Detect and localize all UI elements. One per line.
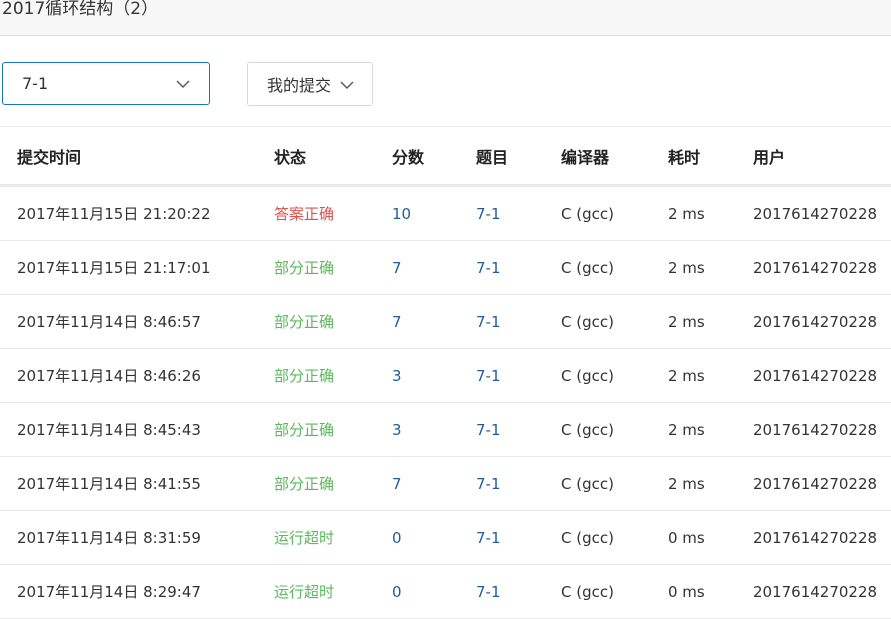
cell-score[interactable]: 0 bbox=[392, 510, 476, 565]
cell-problem[interactable]: 7-1 bbox=[476, 510, 561, 565]
cell-status[interactable]: 部分正确 bbox=[274, 294, 392, 349]
table-row[interactable]: 2017年11月14日 8:31:59 运行超时 0 7-1 C (gcc) 0 ms 20… bbox=[0, 510, 891, 565]
cell-score[interactable]: 7 bbox=[392, 456, 476, 511]
cell-problem[interactable]: 7-1 bbox=[476, 294, 561, 349]
page-title: 2017循环结构（2） bbox=[2, 0, 159, 19]
cell-compiler: C (gcc) bbox=[561, 564, 668, 619]
cell-score[interactable]: 10 bbox=[392, 185, 476, 241]
cell-cost: 2 ms bbox=[668, 402, 753, 457]
cell-score[interactable]: 7 bbox=[392, 240, 476, 295]
cell-score[interactable]: 3 bbox=[392, 402, 476, 457]
cell-user: 2017614270228 bbox=[753, 564, 891, 619]
table-header-row: 提交时间 状态 分数 题目 编译器 耗时 用户 bbox=[0, 127, 891, 187]
cell-submit-time: 2017年11月14日 8:41:55 bbox=[0, 456, 274, 511]
cell-status[interactable]: 部分正确 bbox=[274, 402, 392, 457]
cell-cost: 2 ms bbox=[668, 456, 753, 511]
table-row[interactable]: 2017年11月14日 8:45:43 部分正确 3 7-1 C (gcc) 2 ms 20… bbox=[0, 402, 891, 457]
cell-cost: 2 ms bbox=[668, 240, 753, 295]
cell-compiler: C (gcc) bbox=[561, 456, 668, 511]
cell-score[interactable]: 0 bbox=[392, 564, 476, 619]
column-header-compiler: 编译器 bbox=[561, 127, 668, 187]
table-row[interactable]: 2017年11月15日 21:17:01 部分正确 7 7-1 C (gcc) 2 ms 2… bbox=[0, 240, 891, 295]
table-row[interactable]: 2017年11月14日 8:46:57 部分正确 7 7-1 C (gcc) 2 ms 20… bbox=[0, 294, 891, 349]
cell-cost: 2 ms bbox=[668, 294, 753, 349]
cell-status[interactable]: 部分正确 bbox=[274, 240, 392, 295]
column-header-problem: 题目 bbox=[476, 127, 561, 187]
cell-submit-time: 2017年11月14日 8:31:59 bbox=[0, 510, 274, 565]
cell-user: 2017614270228 bbox=[753, 402, 891, 457]
cell-compiler: C (gcc) bbox=[561, 240, 668, 295]
column-header-cost: 耗时 bbox=[668, 127, 753, 187]
chevron-down-icon bbox=[340, 81, 354, 89]
cell-status[interactable]: 部分正确 bbox=[274, 348, 392, 403]
cell-status[interactable]: 运行超时 bbox=[274, 510, 392, 565]
cell-user: 2017614270228 bbox=[753, 294, 891, 349]
table-row[interactable]: 2017年11月14日 8:29:47 运行超时 0 7-1 C (gcc) 0 ms 20… bbox=[0, 564, 891, 619]
cell-cost: 2 ms bbox=[668, 348, 753, 403]
cell-score[interactable]: 7 bbox=[392, 294, 476, 349]
cell-user: 2017614270228 bbox=[753, 240, 891, 295]
cell-compiler: C (gcc) bbox=[561, 185, 668, 241]
cell-submit-time: 2017年11月15日 21:20:22 bbox=[0, 185, 274, 241]
problem-select[interactable]: 7-1 bbox=[2, 62, 210, 105]
chevron-down-icon bbox=[176, 80, 190, 88]
submissions-table: 提交时间 状态 分数 题目 编译器 耗时 用户 2017年11月15日 21:2… bbox=[0, 127, 891, 619]
problem-select-value: 7-1 bbox=[22, 74, 49, 93]
cell-problem[interactable]: 7-1 bbox=[476, 564, 561, 619]
cell-compiler: C (gcc) bbox=[561, 402, 668, 457]
filter-bar: 7-1 我的提交 bbox=[0, 36, 891, 126]
column-header-user: 用户 bbox=[753, 127, 891, 187]
table-row[interactable]: 2017年11月15日 21:20:22 答案正确 10 7-1 C (gcc) 2 ms… bbox=[0, 185, 891, 241]
cell-user: 2017614270228 bbox=[753, 348, 891, 403]
cell-compiler: C (gcc) bbox=[561, 348, 668, 403]
cell-status[interactable]: 部分正确 bbox=[274, 456, 392, 511]
cell-score[interactable]: 3 bbox=[392, 348, 476, 403]
cell-compiler: C (gcc) bbox=[561, 294, 668, 349]
submissions-table-container: 提交时间 状态 分数 题目 编译器 耗时 用户 2017年11月15日 21:2… bbox=[0, 126, 891, 619]
cell-problem[interactable]: 7-1 bbox=[476, 456, 561, 511]
column-header-status: 状态 bbox=[274, 127, 392, 187]
cell-problem[interactable]: 7-1 bbox=[476, 402, 561, 457]
column-header-time: 提交时间 bbox=[0, 127, 274, 187]
cell-problem[interactable]: 7-1 bbox=[476, 348, 561, 403]
page-header: 2017循环结构（2） bbox=[0, 0, 891, 36]
column-header-score: 分数 bbox=[392, 127, 476, 187]
cell-user: 2017614270228 bbox=[753, 456, 891, 511]
cell-submit-time: 2017年11月14日 8:29:47 bbox=[0, 564, 274, 619]
cell-problem[interactable]: 7-1 bbox=[476, 185, 561, 241]
table-row[interactable]: 2017年11月14日 8:46:26 部分正确 3 7-1 C (gcc) 2 ms 20… bbox=[0, 348, 891, 403]
cell-cost: 0 ms bbox=[668, 564, 753, 619]
my-submissions-label: 我的提交 bbox=[267, 76, 332, 95]
cell-problem[interactable]: 7-1 bbox=[476, 240, 561, 295]
cell-submit-time: 2017年11月14日 8:46:57 bbox=[0, 294, 274, 349]
cell-compiler: C (gcc) bbox=[561, 510, 668, 565]
cell-submit-time: 2017年11月15日 21:17:01 bbox=[0, 240, 274, 295]
cell-user: 2017614270228 bbox=[753, 510, 891, 565]
cell-user: 2017614270228 bbox=[753, 185, 891, 241]
cell-submit-time: 2017年11月14日 8:46:26 bbox=[0, 348, 274, 403]
table-row[interactable]: 2017年11月14日 8:41:55 部分正确 7 7-1 C (gcc) 2 ms 20… bbox=[0, 456, 891, 511]
cell-submit-time: 2017年11月14日 8:45:43 bbox=[0, 402, 274, 457]
my-submissions-dropdown[interactable]: 我的提交 bbox=[247, 62, 373, 106]
cell-status[interactable]: 运行超时 bbox=[274, 564, 392, 619]
cell-cost: 2 ms bbox=[668, 185, 753, 241]
cell-status[interactable]: 答案正确 bbox=[274, 185, 392, 241]
cell-cost: 0 ms bbox=[668, 510, 753, 565]
